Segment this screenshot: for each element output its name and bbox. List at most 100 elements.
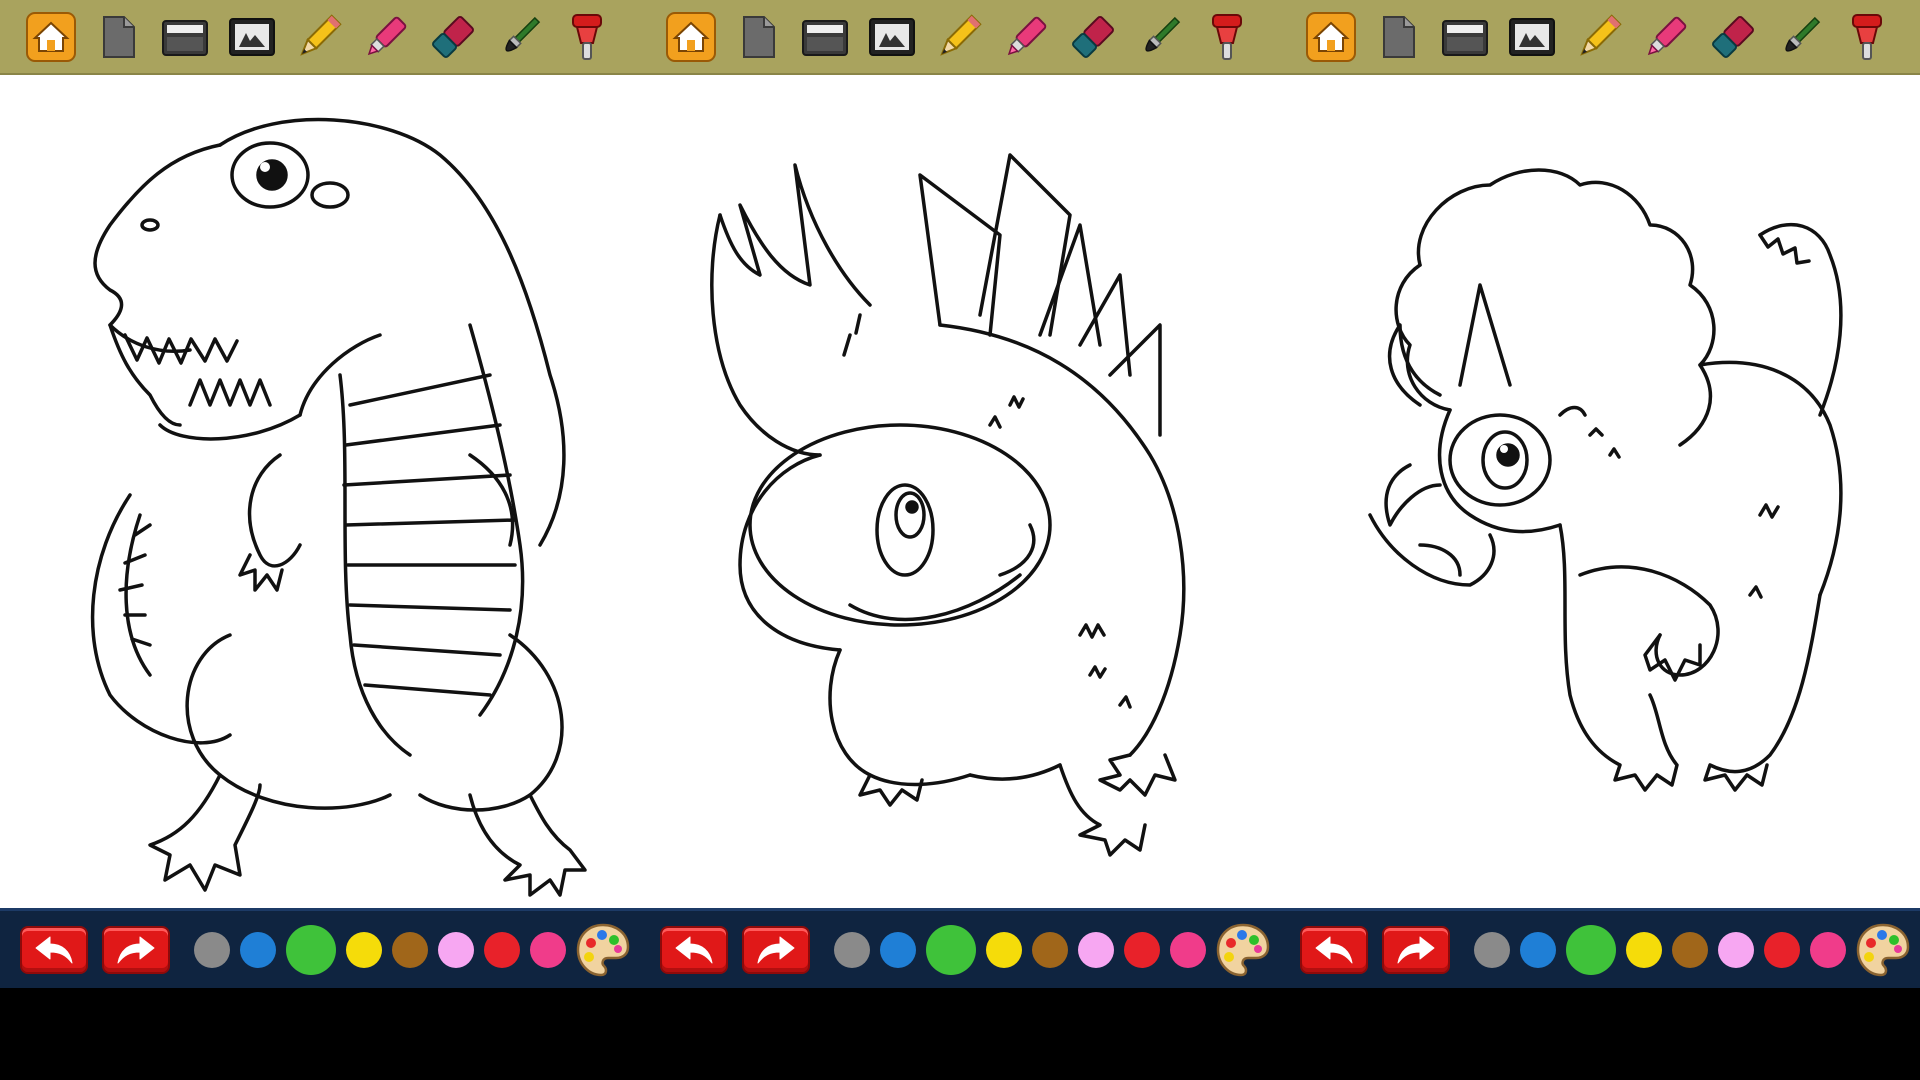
brush-tool-button[interactable] <box>1773 10 1827 64</box>
new-page-tool-button[interactable] <box>91 10 145 64</box>
eraser-icon <box>1707 11 1759 63</box>
brush-icon <box>494 11 546 63</box>
brush-tool-button[interactable] <box>1133 10 1187 64</box>
color-swatch[interactable] <box>1078 931 1114 968</box>
bottom-section-3 <box>1280 911 1920 988</box>
home-icon <box>665 11 717 63</box>
marker-icon <box>360 11 412 63</box>
save-tool-button[interactable] <box>798 10 852 64</box>
palette-icon <box>574 921 632 979</box>
pencil-tool-button[interactable] <box>1572 10 1626 64</box>
color-swatch[interactable] <box>1124 931 1160 968</box>
gallery-icon <box>226 11 278 63</box>
eraser-tool-button[interactable] <box>426 10 480 64</box>
palette-icon <box>1854 921 1912 979</box>
color-swatch[interactable] <box>438 931 474 968</box>
undo-button[interactable] <box>20 925 88 974</box>
color-swatch[interactable] <box>346 931 382 968</box>
toolbar-section-2 <box>640 0 1280 73</box>
redo-button[interactable] <box>1382 925 1450 974</box>
redo-icon <box>114 933 158 967</box>
paint-bucket-icon <box>1201 11 1253 63</box>
t-rex-drawing[interactable] <box>50 75 610 908</box>
home-icon <box>1305 11 1357 63</box>
bottom-section-2 <box>640 911 1280 988</box>
color-swatch[interactable] <box>286 924 336 975</box>
pencil-icon <box>933 11 985 63</box>
gallery-tool-button[interactable] <box>225 10 279 64</box>
color-swatch[interactable] <box>1520 931 1556 968</box>
gallery-tool-button[interactable] <box>1505 10 1559 64</box>
pencil-tool-button[interactable] <box>292 10 346 64</box>
color-swatch[interactable] <box>834 931 870 968</box>
pencil-tool-button[interactable] <box>932 10 986 64</box>
color-swatch[interactable] <box>1566 924 1616 975</box>
redo-icon <box>754 933 798 967</box>
redo-button[interactable] <box>742 925 810 974</box>
home-icon <box>25 11 77 63</box>
color-swatch[interactable] <box>530 931 566 968</box>
marker-icon <box>1000 11 1052 63</box>
color-swatch[interactable] <box>1170 931 1206 968</box>
color-swatch[interactable] <box>986 931 1022 968</box>
save-icon <box>1439 11 1491 63</box>
eraser-tool-button[interactable] <box>1706 10 1760 64</box>
redo-icon <box>1394 933 1438 967</box>
bottom-letterbox <box>0 988 1920 1080</box>
color-swatch[interactable] <box>1810 931 1846 968</box>
eraser-tool-button[interactable] <box>1066 10 1120 64</box>
gallery-icon <box>1506 11 1558 63</box>
save-icon <box>799 11 851 63</box>
toolbar-section-3 <box>1280 0 1920 73</box>
eraser-icon <box>427 11 479 63</box>
marker-tool-button[interactable] <box>359 10 413 64</box>
color-swatch[interactable] <box>1672 931 1708 968</box>
marker-tool-button[interactable] <box>1639 10 1693 64</box>
color-swatch[interactable] <box>1718 931 1754 968</box>
paint-bucket-tool-button[interactable] <box>1840 10 1894 64</box>
palette-button[interactable] <box>574 921 632 979</box>
color-swatch[interactable] <box>1032 931 1068 968</box>
marker-tool-button[interactable] <box>999 10 1053 64</box>
save-tool-button[interactable] <box>158 10 212 64</box>
new-page-icon <box>1372 11 1424 63</box>
stegosaurus-drawing[interactable] <box>700 75 1220 908</box>
color-swatch[interactable] <box>1474 931 1510 968</box>
undo-button[interactable] <box>660 925 728 974</box>
brush-icon <box>1134 11 1186 63</box>
color-swatch[interactable] <box>880 931 916 968</box>
color-swatch[interactable] <box>194 931 230 968</box>
color-swatch[interactable] <box>392 931 428 968</box>
home-tool-button[interactable] <box>1304 10 1358 64</box>
new-page-tool-button[interactable] <box>731 10 785 64</box>
undo-icon <box>32 933 76 967</box>
palette-button[interactable] <box>1214 921 1272 979</box>
home-tool-button[interactable] <box>24 10 78 64</box>
color-swatch[interactable] <box>926 924 976 975</box>
color-swatch[interactable] <box>1764 931 1800 968</box>
undo-icon <box>1312 933 1356 967</box>
coloring-canvas[interactable] <box>0 75 1920 908</box>
redo-button[interactable] <box>102 925 170 974</box>
home-tool-button[interactable] <box>664 10 718 64</box>
undo-icon <box>672 933 716 967</box>
color-swatch[interactable] <box>240 931 276 968</box>
new-page-tool-button[interactable] <box>1371 10 1425 64</box>
top-toolbar <box>0 0 1920 75</box>
pencil-icon <box>1573 11 1625 63</box>
triceratops-drawing[interactable] <box>1330 75 1890 908</box>
color-swatches <box>194 924 566 975</box>
color-swatch[interactable] <box>1626 931 1662 968</box>
palette-icon <box>1214 921 1272 979</box>
palette-button[interactable] <box>1854 921 1912 979</box>
color-swatch[interactable] <box>484 931 520 968</box>
save-tool-button[interactable] <box>1438 10 1492 64</box>
gallery-tool-button[interactable] <box>865 10 919 64</box>
color-swatches <box>834 924 1206 975</box>
pencil-icon <box>293 11 345 63</box>
paint-bucket-tool-button[interactable] <box>1200 10 1254 64</box>
brush-tool-button[interactable] <box>493 10 547 64</box>
paint-bucket-tool-button[interactable] <box>560 10 614 64</box>
undo-button[interactable] <box>1300 925 1368 974</box>
new-page-icon <box>732 11 784 63</box>
